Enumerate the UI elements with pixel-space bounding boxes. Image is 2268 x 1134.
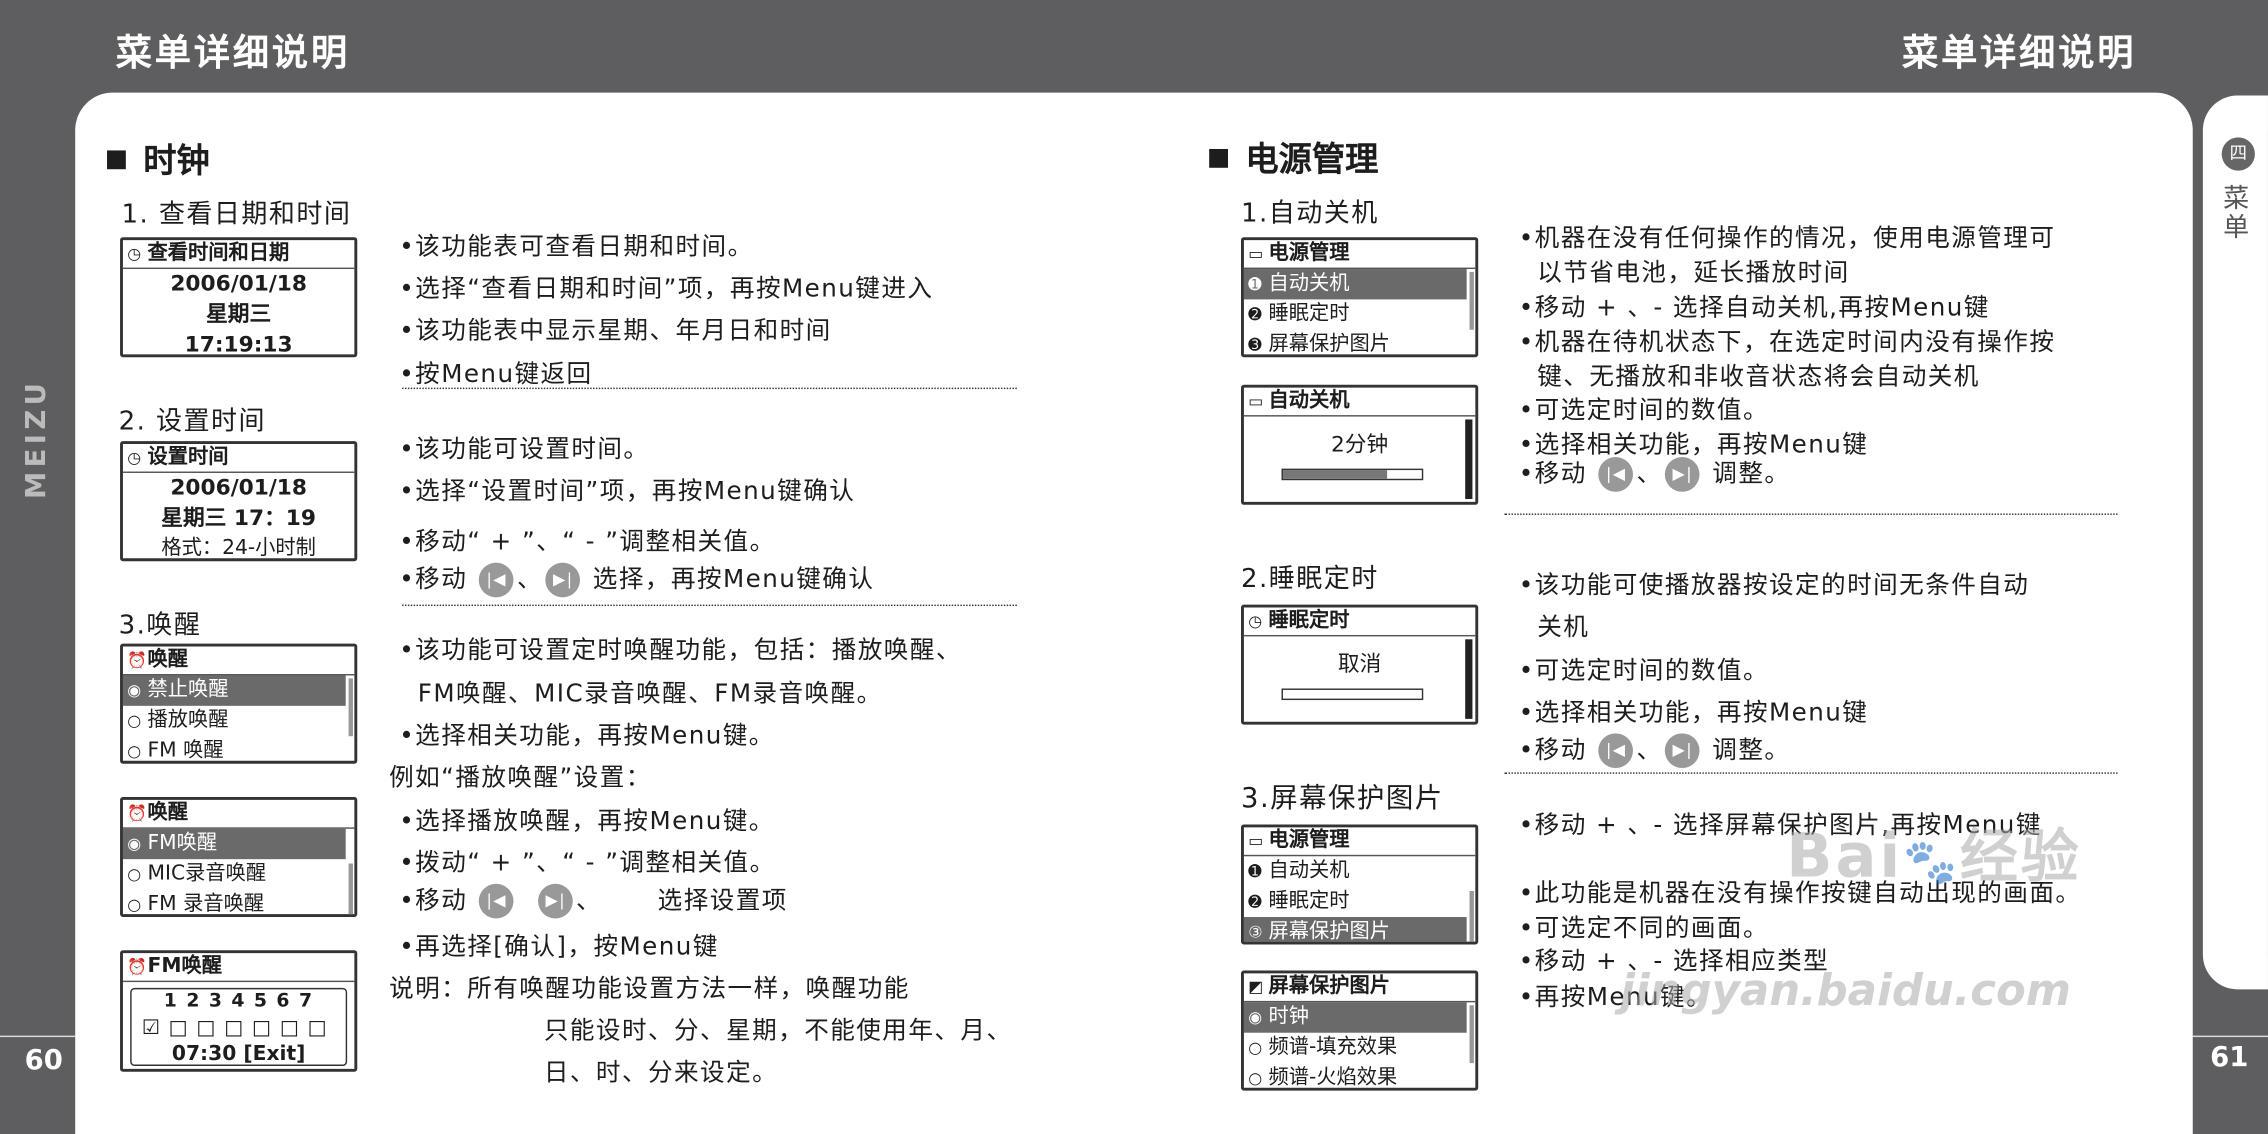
lcd-power-menu-2: ▭ 电源管理 ➊ 自动关机 ➋ 睡眠定时 ③ 屏幕保护图片	[1241, 824, 1479, 945]
subsection-auto-off: 1.自动关机	[1241, 198, 1379, 229]
text-line: •选择播放唤醒，再按Menu键。	[399, 807, 775, 837]
text-line: •该功能可使播放器按设定的时间无条件自动	[1518, 571, 2030, 601]
note-text: 说明：所有唤醒功能设置方法一样，唤醒功能	[389, 974, 910, 1004]
next-button-icon: ▶|	[1665, 457, 1701, 492]
text-line: •移动 |◀、 ▶| 调整。	[1519, 729, 1791, 769]
screensaver-icon: ◩	[1248, 977, 1264, 997]
clock-icon: ◷	[127, 448, 142, 468]
text-line: •选择“查看日期和时间”项，再按Menu键进入	[399, 274, 934, 304]
page-number-right: 61	[2210, 1041, 2249, 1074]
note-text: 只能设时、分、星期，不能使用年、月、	[543, 1016, 1013, 1046]
text-line: •该功能可设置定时唤醒功能，包括：播放唤醒、	[399, 636, 962, 666]
header-title-left: 菜单详细说明	[115, 31, 351, 74]
chapter-tab-label: 菜单	[2223, 183, 2250, 243]
watermark-logo: Bai🐾经验	[1786, 820, 2082, 891]
text-line: •可选定时间的数值。	[1518, 396, 1769, 426]
chapter-number-icon: 四	[2221, 137, 2255, 171]
text-line: •可选定不同的画面。	[1518, 914, 1769, 944]
text-line: •移动 + 、- 选择自动关机,再按Menu键	[1518, 293, 1990, 323]
subsection-set-time: 2. 设置时间	[118, 406, 267, 437]
lcd-wake-menu: ⏰唤醒 ◉ 禁止唤醒 ○ 播放唤醒 ○ FM 唤醒	[120, 643, 358, 764]
note-text: 日、时、分来设定。	[543, 1058, 779, 1088]
clock-icon: ◷	[1248, 611, 1263, 631]
text-line: •该功能表可查看日期和时间。	[399, 232, 754, 262]
text-line: 以节省电池，延长播放时间	[1518, 258, 1850, 288]
text-line: •机器在待机状态下，在选定时间内没有操作按	[1518, 328, 2056, 358]
lcd-screensaver: ◩ 屏幕保护图片 ◉ 时钟 ○ 频谱-填充效果 ○ 频谱-火焰效果	[1241, 970, 1479, 1091]
text-line: •移动“ + ”、“ - ”调整相关值。	[399, 527, 776, 557]
prev-button-icon: |◀	[479, 883, 515, 919]
text-line: 键、无播放和非收音状态将会自动关机	[1518, 363, 1980, 392]
clock-icon: ◷	[127, 244, 142, 264]
subsection-wake: 3.唤醒	[118, 610, 202, 641]
prev-button-icon: |◀	[1598, 457, 1634, 492]
text-line: •选择“设置时间”项，再按Menu键确认	[399, 477, 856, 507]
battery-icon: ▭	[1248, 391, 1264, 411]
text-line: FM唤醒、MIC录音唤醒、FM录音唤醒。	[399, 679, 883, 709]
lcd-power-menu: ▭ 电源管理 ➊ 自动关机 ➋ 睡眠定时 ➌ 屏幕保护图片	[1241, 237, 1479, 358]
prev-button-icon: |◀	[479, 562, 515, 598]
text-line: 关机	[1518, 613, 1590, 643]
text-line: •再选择[确认]，按Menu键	[399, 932, 719, 962]
header-title-right: 菜单详细说明	[1902, 31, 2137, 74]
lcd-view-time: ◷ 查看时间和日期 2006/01/18 星期三 17:19:13	[120, 237, 358, 358]
text-line: •移动 |◀、 ▶| 选择，再按Menu键确认	[399, 558, 874, 598]
text-line: 例如“播放唤醒”设置：	[389, 763, 652, 793]
progress-fill	[1282, 470, 1388, 479]
lcd-sleep-timer: ◷ 睡眠定时 取消	[1241, 604, 1479, 725]
next-button-icon: ▶|	[1665, 733, 1701, 769]
alarm-icon: ⏰	[127, 957, 148, 977]
alarm-icon: ⏰	[127, 804, 148, 824]
text-line: •拨动“ + ”、“ - ”调整相关值。	[399, 849, 776, 878]
text-line: •按Menu键返回	[399, 360, 593, 390]
text-line: •选择相关功能，再按Menu键	[1518, 698, 1869, 728]
subsection-sleep: 2.睡眠定时	[1241, 564, 1379, 595]
subsection-screensaver: 3.屏幕保护图片	[1241, 782, 1444, 815]
section-title-power: 电源管理	[1209, 132, 1378, 181]
next-button-icon: ▶|	[545, 562, 581, 598]
lcd-set-time: ◷ 设置时间 2006/01/18 星期三 17：19 格式：24-小时制	[120, 441, 358, 562]
section-title-clock: 时钟	[107, 133, 210, 182]
text-line: •机器在没有任何操作的情况，使用电源管理可	[1518, 224, 2056, 254]
text-line: •选择相关功能，再按Menu键。	[399, 721, 775, 751]
page-number-left: 60	[24, 1044, 63, 1077]
brand-logo: MEIZU	[20, 378, 53, 500]
alarm-icon: ⏰	[127, 650, 148, 670]
lcd-auto-off: ▭ 自动关机 2分钟	[1241, 384, 1479, 505]
text-line: •移动 |◀ ▶|、 选择设置项	[399, 879, 788, 919]
battery-icon: ▭	[1248, 831, 1264, 851]
text-line: •移动 |◀、 ▶| 调整。	[1519, 453, 1791, 492]
battery-icon: ▭	[1248, 244, 1264, 264]
text-line: •该功能表中显示星期、年月日和时间	[399, 316, 832, 346]
next-button-icon: ▶|	[538, 883, 574, 919]
lcd-wake-menu-2: ⏰唤醒 ◉ FM唤醒 ○ MIC录音唤醒 ○ FM 录音唤醒	[120, 796, 358, 918]
prev-button-icon: |◀	[1598, 733, 1634, 769]
subsection-view-date: 1. 查看日期和时间	[121, 199, 352, 230]
lcd-fm-wake: ⏰FM唤醒 1 2 3 4 5 6 7 ☑□□□□□□ 07:30 [Exit]	[120, 950, 358, 1072]
text-line: •该功能可设置时间。	[399, 435, 650, 465]
watermark-url: jingyan.baidu.com	[1619, 966, 2072, 1017]
text-line: •可选定时间的数值。	[1518, 656, 1769, 686]
